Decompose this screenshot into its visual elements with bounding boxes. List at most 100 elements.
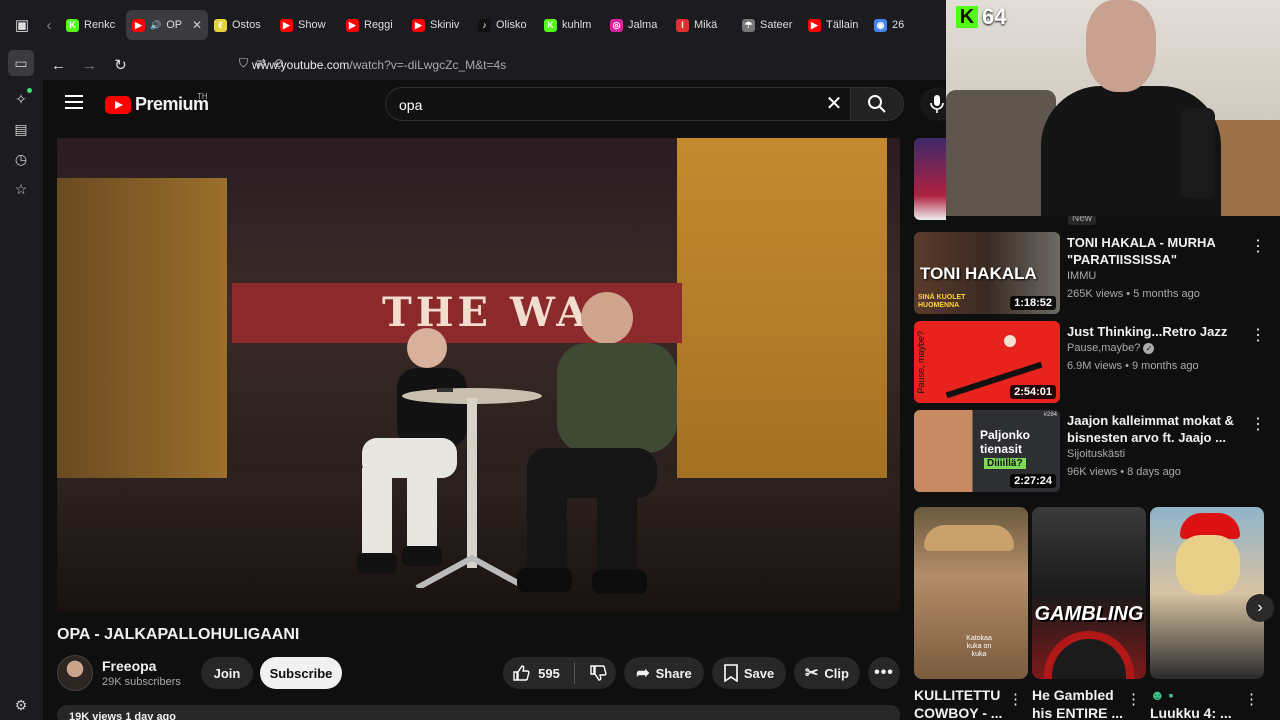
short-title[interactable]: He Gambled his ENTIRE ... — [1032, 686, 1128, 720]
url-field[interactable]: www.youtube.com/watch?v=-diLwgcZc_M&t=4s — [252, 58, 506, 72]
reload-icon[interactable]: ↻ — [105, 56, 136, 74]
browser-tab[interactable]: ▶ Tällain — [802, 10, 868, 40]
recommendation-meta: 96K views • 8 days ago — [1067, 466, 1181, 478]
cowboy-hat-shape — [924, 525, 1014, 551]
forward-arrow-icon[interactable]: → — [74, 57, 105, 74]
short-thumbnail[interactable] — [1150, 507, 1264, 679]
video-player[interactable]: THE WA — [57, 138, 900, 612]
tab-label: Jalma — [628, 19, 658, 31]
browser-tab[interactable]: ◎ Jalma — [604, 10, 670, 40]
browser-tab[interactable]: ♪ Olisko — [472, 10, 538, 40]
channel-name[interactable]: Freeopa — [102, 658, 156, 674]
recommendation-title[interactable]: Just Thinking...Retro Jazz — [1067, 323, 1247, 340]
short-thumbnail[interactable]: Katokaa kuka on kuka — [914, 507, 1028, 679]
thumbnail-subcaption: Diiiillä? — [984, 458, 1026, 469]
search-input[interactable]: opa — [399, 97, 422, 113]
recommendation-thumbnail[interactable]: Paljonko tienasit Diiiillä? #284 2:27:24 — [914, 410, 1060, 492]
browser-tab[interactable]: K Renkc — [60, 10, 126, 40]
recommendation-item[interactable]: TONI HAKALA SINÄ KUOLET HUOMENNA 1:18:52… — [914, 232, 1266, 314]
short-title[interactable]: ☻ ▪ Luukku 4: ... — [1150, 686, 1246, 720]
tab-label: Tällain — [826, 19, 859, 31]
recommendation-thumbnail-partial[interactable] — [914, 138, 946, 220]
clip-label: Clip — [824, 665, 849, 681]
search-box[interactable]: opa ✕ — [385, 87, 850, 121]
share-icon: ➦ — [636, 665, 650, 682]
subscriber-count: 29K subscribers — [102, 676, 181, 688]
join-button[interactable]: Join — [201, 657, 253, 689]
scene-person-right — [517, 292, 677, 594]
browser-tab[interactable]: Kkuhlm — [538, 10, 604, 40]
connection-icon[interactable]: ⇄ — [256, 56, 266, 71]
share-label: Share — [655, 665, 692, 681]
clear-search-icon[interactable]: ✕ — [822, 93, 846, 117]
back-arrow-icon[interactable]: ← — [43, 57, 74, 74]
recommendation-item[interactable]: Paljonko tienasit Diiiillä? #284 2:27:24… — [914, 410, 1266, 492]
thumbs-up-icon — [513, 665, 530, 681]
browser-tab[interactable]: ☂ Sateer — [736, 10, 802, 40]
more-horizontal-icon: ••• — [874, 664, 894, 681]
history-icon[interactable]: ◷ — [8, 146, 34, 172]
recommendation-thumbnail[interactable]: TONI HAKALA SINÄ KUOLET HUOMENNA 1:18:52 — [914, 232, 1060, 314]
tab-label: kuhlm — [562, 19, 592, 31]
webcam-sofa — [946, 90, 1056, 216]
settings-gear-icon[interactable]: ⚙ — [8, 692, 34, 718]
more-vertical-icon[interactable]: ⋮ — [1008, 690, 1023, 708]
more-vertical-icon[interactable]: ⋮ — [1250, 414, 1266, 434]
more-vertical-icon[interactable]: ⋮ — [1126, 690, 1141, 708]
tab-label: 26 — [892, 19, 905, 31]
reading-list-icon[interactable]: ▤ — [8, 116, 34, 142]
browser-tab[interactable]: ▶ Reggi — [340, 10, 406, 40]
more-actions-button[interactable]: ••• — [868, 657, 900, 689]
shorts-next-chevron-icon[interactable]: › — [1246, 594, 1274, 622]
site-info-icon[interactable]: ⛉ — [239, 56, 248, 71]
sidebar-toggle-icon[interactable]: ▭ — [8, 50, 34, 76]
tab-audio-icon[interactable]: 🔊 — [150, 20, 161, 31]
tab-favicon-icon: ▶ — [808, 18, 821, 32]
favorites-icon[interactable]: ☆ — [8, 176, 34, 202]
short-title[interactable]: KULLITETTU COWBOY - ... — [914, 686, 1010, 720]
tab-overview-icon[interactable]: ▣ — [6, 9, 38, 41]
tab-favicon-icon: ℓ — [214, 18, 227, 32]
share-button[interactable]: ➦ Share — [624, 657, 704, 689]
browser-tab[interactable]: ▶ 🔊 OP ✕ — [126, 10, 208, 40]
clip-button[interactable]: ✂ Clip — [794, 657, 860, 689]
channel-avatar[interactable] — [57, 655, 93, 691]
tab-favicon-icon: ♪ — [478, 18, 491, 32]
browser-tab[interactable]: ▶ Skiniv — [406, 10, 472, 40]
menu-hamburger-icon[interactable] — [65, 95, 83, 109]
thumbnail-caption: Paljonko tienasit — [980, 428, 1031, 456]
microphone-icon — [930, 95, 944, 113]
recommendation-channel[interactable]: IMMU — [1067, 270, 1096, 282]
tab-favicon-icon: ▶ — [346, 18, 359, 32]
more-vertical-icon[interactable]: ⋮ — [1250, 325, 1266, 345]
youtube-logo[interactable]: Premium — [105, 94, 209, 115]
browser-tab[interactable]: I Mikä — [670, 10, 736, 40]
tab-favicon-icon: ◎ — [610, 18, 623, 32]
save-button[interactable]: Save — [712, 657, 786, 689]
recommendation-channel[interactable]: Sijoituskästi — [1067, 448, 1125, 460]
browser-tab[interactable]: ℓ Ostos — [208, 10, 274, 40]
recommendation-title[interactable]: Jaajon kalleimmat mokat & bisnesten arvo… — [1067, 412, 1247, 446]
like-button[interactable]: 595 — [512, 664, 560, 682]
tab-scroll-left-icon[interactable]: ‹ — [38, 9, 60, 41]
recommendation-item[interactable]: Pause, maybe? 2:54:01 Just Thinking...Re… — [914, 321, 1266, 403]
recommendation-channel[interactable]: Pause,maybe? ✓ — [1067, 342, 1155, 354]
more-vertical-icon[interactable]: ⋮ — [1250, 236, 1266, 256]
more-vertical-icon[interactable]: ⋮ — [1244, 690, 1259, 708]
tab-favicon-icon: ◉ — [874, 18, 887, 32]
recommendation-thumbnail[interactable]: Pause, maybe? 2:54:01 — [914, 321, 1060, 403]
tab-close-icon[interactable]: ✕ — [192, 18, 202, 32]
tab-favicon-icon: ☂ — [742, 18, 755, 32]
recommendation-title[interactable]: TONI HAKALA - MURHA "PARATIISSISSA" — [1067, 234, 1247, 268]
short-thumbnail[interactable]: GAMBLING — [1032, 507, 1146, 679]
ai-sparkle-icon[interactable]: ✧ — [8, 86, 34, 112]
browser-tab[interactable]: ▶ Show — [274, 10, 340, 40]
subscribe-button[interactable]: Subscribe — [260, 657, 342, 689]
tab-label: Skiniv — [430, 19, 460, 31]
search-button[interactable] — [850, 87, 904, 121]
browser-tab[interactable]: ◉ 26 — [868, 10, 934, 40]
tracking-prevention-icon[interactable]: ⊘ — [274, 56, 284, 71]
description-box[interactable]: 19K views 1 day ago — [57, 705, 900, 720]
save-label: Save — [743, 665, 775, 681]
thumbs-down-icon[interactable] — [589, 664, 607, 682]
